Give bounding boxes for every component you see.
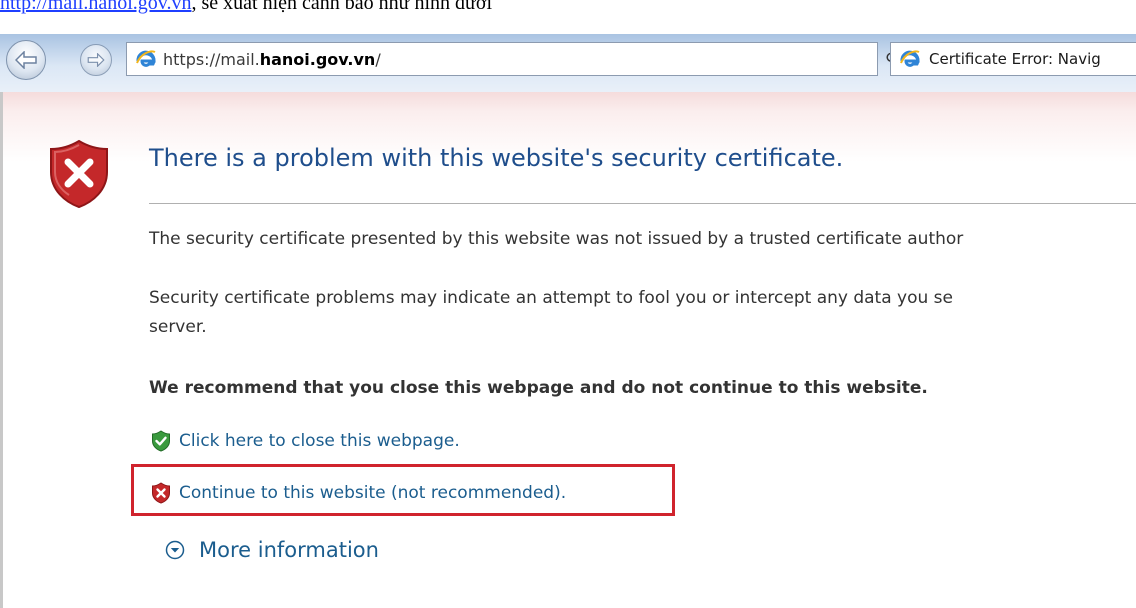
more-information-toggle[interactable]: More information (165, 538, 379, 562)
document-snippet: http://mail.hanoi.gov.vn, sẽ xuất hiện c… (0, 0, 1136, 34)
warning-paragraph-line-1: Security certificate problems may indica… (149, 288, 953, 308)
chevron-down-circle-icon (165, 540, 185, 560)
tab-title: Certificate Error: Navig (929, 50, 1101, 68)
browser-toolbar: https://mail.hanoi.gov.vn/ ⚲ ▾ ↻ ✕ Certi… (0, 34, 1136, 92)
ie-logo-icon (899, 49, 921, 75)
close-webpage-link[interactable]: Click here to close this webpage. (151, 430, 460, 452)
url-prefix: https://mail. (163, 50, 260, 69)
recommendation-text: We recommend that you close this webpage… (149, 378, 928, 398)
red-shield-x-icon (152, 482, 170, 504)
forward-arrow-icon (87, 53, 105, 67)
divider (149, 203, 1136, 204)
document-snippet-text: , sẽ xuất hiện cảnh báo như hình dưới (191, 0, 492, 14)
warning-paragraph-line-2: server. (149, 317, 207, 337)
back-button[interactable] (6, 40, 46, 80)
continue-to-website-link[interactable]: Continue to this website (not recommende… (151, 482, 566, 504)
url-suffix: / (375, 50, 381, 69)
document-link[interactable]: http://mail.hanoi.gov.vn (0, 0, 191, 14)
shield-x-icon (47, 138, 111, 214)
ie-logo-icon (135, 49, 157, 75)
more-information-label: More information (199, 538, 379, 562)
certificate-error-page: There is a problem with this website's s… (0, 92, 1136, 608)
browser-tab[interactable]: Certificate Error: Navig (890, 42, 1136, 76)
document-text: http://mail.hanoi.gov.vn, sẽ xuất hiện c… (0, 0, 492, 15)
close-webpage-link-label: Click here to close this webpage. (179, 431, 460, 451)
back-arrow-icon (15, 51, 37, 69)
description-paragraph: The security certificate presented by th… (149, 229, 964, 249)
address-bar[interactable]: https://mail.hanoi.gov.vn/ ⚲ ▾ ↻ ✕ (126, 42, 965, 76)
continue-link-label: Continue to this website (not recommende… (179, 483, 567, 503)
page-title: There is a problem with this website's s… (149, 144, 844, 172)
url-domain: hanoi.gov.vn (259, 50, 376, 69)
url-text: https://mail.hanoi.gov.vn/ (163, 50, 381, 69)
green-shield-check-icon (152, 430, 170, 452)
forward-button[interactable] (80, 44, 112, 76)
